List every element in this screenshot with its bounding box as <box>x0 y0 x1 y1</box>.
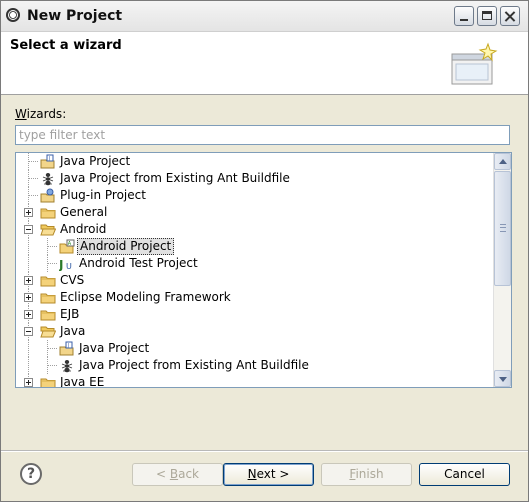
svg-text:J: J <box>48 156 50 162</box>
tree-item-label: Plug-in Project <box>60 188 146 202</box>
junit-icon: JU <box>58 256 75 272</box>
tree-item-label: Eclipse Modeling Framework <box>60 290 231 304</box>
tree-item[interactable]: Plug-in Project <box>16 187 494 204</box>
help-icon[interactable]: ? <box>20 463 42 485</box>
maximize-button[interactable] <box>477 6 497 26</box>
new-wizard-banner-icon <box>451 42 498 85</box>
tree-item-label: CVS <box>60 273 85 287</box>
expand-toggle[interactable] <box>24 310 33 319</box>
plugin-project-icon <box>40 188 56 203</box>
window-title: New Project <box>27 8 123 24</box>
wizard-tree: J Java Project Java Project from Existing … <box>15 152 512 388</box>
svg-text:J: J <box>59 258 63 271</box>
ant-icon <box>40 171 56 186</box>
folder-icon <box>40 290 56 305</box>
tree-item-label: Android <box>60 222 107 236</box>
expand-toggle[interactable] <box>24 276 33 285</box>
java-project-icon: J <box>40 154 56 169</box>
new-project-dialog: New Project Select a wizard Wizards: J Ja… <box>0 0 529 502</box>
cancel-button[interactable]: Cancel <box>419 463 510 486</box>
folder-icon <box>40 273 56 288</box>
tree-item-label: Java Project <box>79 341 150 355</box>
tree-item-label: Android Test Project <box>79 256 198 270</box>
tree-item[interactable]: General <box>16 204 494 221</box>
scroll-down-button[interactable] <box>494 370 511 387</box>
tree-item-label: Java <box>60 324 86 338</box>
filter-input[interactable] <box>15 125 510 145</box>
tree-item[interactable]: J Java Project <box>16 153 494 170</box>
java-project-icon: J <box>59 341 75 356</box>
header-title: Select a wizard <box>10 38 122 53</box>
tree-item-label: Java Project from Existing Ant Buildfile <box>60 171 290 185</box>
tree-item[interactable]: J U Android Test Project <box>16 255 494 272</box>
wizards-label: Wizards: <box>15 107 67 121</box>
tree-item[interactable]: CVS <box>16 272 494 289</box>
scroll-thumb[interactable] <box>494 171 511 286</box>
collapse-toggle[interactable] <box>24 327 33 336</box>
minimize-button[interactable] <box>454 6 474 26</box>
tree-item[interactable]: J Java Project <box>16 340 494 357</box>
close-button[interactable] <box>500 6 520 26</box>
wizard-header: Select a wizard <box>1 32 528 95</box>
tree-item[interactable]: Java Project from Existing Ant Buildfile <box>16 170 494 187</box>
android-project-icon: A <box>59 239 75 254</box>
tree-item-label: Java EE <box>60 375 105 388</box>
next-button[interactable]: Next > <box>223 463 314 486</box>
tree-item[interactable]: EJB <box>16 306 494 323</box>
tree-item-label: EJB <box>60 307 80 321</box>
tree-item[interactable]: A Android Project <box>16 238 494 255</box>
folder-icon <box>40 375 56 387</box>
expand-toggle[interactable] <box>24 378 33 387</box>
finish-button[interactable]: Finish <box>321 463 412 486</box>
vertical-scrollbar[interactable] <box>493 153 511 387</box>
tree-item[interactable]: Android <box>16 221 494 238</box>
tree-item-label: Java Project from Existing Ant Buildfile <box>79 358 309 372</box>
folder-open-icon <box>40 222 57 237</box>
tree-item[interactable]: Java <box>16 323 494 340</box>
svg-text:J: J <box>67 343 69 349</box>
tree-item-label: Android Project <box>77 238 175 255</box>
title-bar[interactable]: New Project <box>1 1 528 32</box>
folder-icon <box>40 205 56 220</box>
tree-item-label: General <box>60 205 108 219</box>
expand-toggle[interactable] <box>24 293 33 302</box>
svg-text:A: A <box>68 241 72 247</box>
tree-item[interactable]: Java Project from Existing Ant Buildfile <box>16 357 494 374</box>
expand-toggle[interactable] <box>24 208 33 217</box>
eclipse-icon <box>6 8 20 22</box>
tree-item-label: Java Project <box>60 154 131 168</box>
tree-item[interactable]: Eclipse Modeling Framework <box>16 289 494 306</box>
scroll-up-button[interactable] <box>494 153 511 170</box>
footer-separator <box>1 450 528 452</box>
svg-text:U: U <box>66 262 72 271</box>
folder-open-icon <box>40 324 57 339</box>
ant-icon <box>59 358 75 373</box>
back-button[interactable]: < Back <box>132 463 223 486</box>
collapse-toggle[interactable] <box>24 225 33 234</box>
tree-item[interactable]: Java EE <box>16 374 494 388</box>
folder-icon <box>40 307 56 322</box>
